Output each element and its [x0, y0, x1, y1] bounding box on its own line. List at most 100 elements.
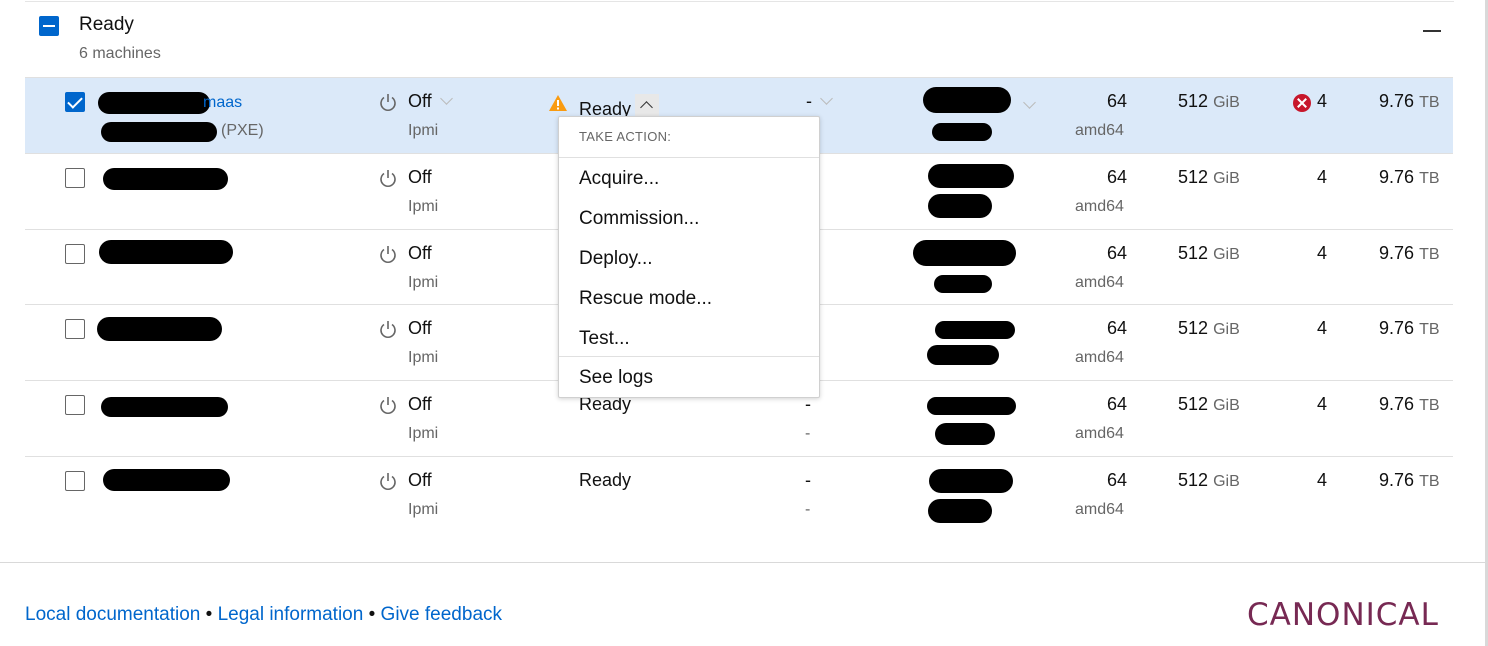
power-icon [380, 397, 396, 414]
boot-interface-label: (PXE) [221, 122, 264, 139]
power-type: Ipmi [408, 349, 439, 366]
redacted-pool [927, 397, 1016, 415]
ram-unit: GiB [1213, 473, 1240, 490]
redacted-pool [935, 321, 1015, 339]
redacted-hostname [97, 317, 222, 341]
chevron-down-icon [439, 92, 453, 105]
architecture: amd64 [1075, 274, 1124, 291]
row-checkbox[interactable] [65, 395, 85, 415]
zone-label: - [806, 91, 812, 111]
power-type: Ipmi [408, 425, 439, 442]
zone-sub-label: - [805, 425, 811, 442]
power-icon [380, 246, 396, 263]
storage: 9.76 TB [1379, 470, 1440, 491]
power-icon [380, 170, 396, 187]
group-machine-count: 6 machines [79, 45, 161, 62]
ram: 512 GiB [1178, 318, 1240, 339]
footer-divider [0, 562, 1485, 563]
legal-information-link[interactable]: Legal information [218, 604, 364, 625]
ram-value: 512 [1178, 91, 1209, 111]
machine-name-suffix[interactable]: maas [203, 94, 242, 112]
footer-links: Local documentation • Legal information … [25, 604, 502, 626]
power-state[interactable]: Off [408, 167, 432, 188]
row-checkbox[interactable] [65, 92, 85, 112]
power-state[interactable]: Off [408, 243, 432, 264]
cpu-cores: 64 [1107, 243, 1128, 263]
redacted-pool [928, 164, 1014, 188]
row-checkbox[interactable] [65, 319, 85, 339]
local-documentation-link[interactable]: Local documentation [25, 604, 200, 625]
power-state[interactable]: Off [408, 91, 453, 112]
give-feedback-link[interactable]: Give feedback [381, 604, 502, 625]
ram-unit: GiB [1213, 397, 1240, 414]
redacted-pool [923, 87, 1011, 113]
menu-item-acquire[interactable]: Acquire... [579, 168, 659, 190]
chevron-down-icon [1023, 96, 1036, 109]
redacted-pool-sub [928, 499, 992, 523]
ram: 512 GiB [1178, 470, 1240, 491]
top-divider [25, 1, 1454, 2]
storage-value: 9.76 [1379, 91, 1415, 111]
ram-value: 512 [1178, 318, 1209, 338]
redacted-pool-sub [934, 275, 992, 293]
menu-item-see-logs[interactable]: See logs [579, 367, 653, 389]
ram-unit: GiB [1213, 170, 1240, 187]
status-label[interactable]: Ready [579, 470, 631, 491]
power-state[interactable]: Off [408, 470, 432, 491]
redacted-ip [101, 122, 217, 142]
ram-unit: GiB [1213, 94, 1240, 111]
power-state[interactable]: Off [408, 318, 432, 339]
architecture: amd64 [1075, 198, 1124, 215]
storage-value: 9.76 [1379, 243, 1415, 263]
machine-row[interactable]: Off Ipmi Ready - - 64 amd64 512 GiB 4 9.… [25, 456, 1453, 532]
ram-unit: GiB [1213, 321, 1240, 338]
footer-separator: • [205, 604, 213, 625]
ram-value: 512 [1178, 470, 1209, 490]
storage-unit: TB [1419, 321, 1440, 338]
warning-icon [549, 95, 567, 111]
power-type: Ipmi [408, 501, 439, 518]
footer-separator: • [368, 604, 376, 625]
architecture: amd64 [1075, 501, 1124, 518]
storage: 9.76 TB [1379, 243, 1440, 264]
row-checkbox[interactable] [65, 244, 85, 264]
architecture: amd64 [1075, 122, 1124, 139]
storage: 9.76 TB [1379, 318, 1440, 339]
ram-value: 512 [1178, 394, 1209, 414]
chevron-up-icon[interactable] [635, 94, 660, 118]
power-state[interactable]: Off [408, 394, 432, 415]
menu-item-test[interactable]: Test... [579, 328, 630, 350]
zone[interactable]: - [806, 91, 833, 112]
menu-item-deploy[interactable]: Deploy... [579, 248, 653, 270]
row-checkbox[interactable] [65, 471, 85, 491]
row-checkbox[interactable] [65, 168, 85, 188]
power-icon [380, 321, 396, 338]
redacted-hostname [103, 469, 230, 491]
ram: 512 GiB [1178, 243, 1240, 264]
ram: 512 GiB [1178, 91, 1240, 112]
storage: 9.76 TB [1379, 394, 1440, 415]
storage-unit: TB [1419, 94, 1440, 111]
storage-unit: TB [1419, 473, 1440, 490]
disk-count: 4 [1317, 243, 1328, 263]
storage-value: 9.76 [1379, 470, 1415, 490]
zone-label[interactable]: - [805, 470, 811, 491]
power-type: Ipmi [408, 122, 439, 139]
power-icon [380, 94, 396, 111]
menu-item-rescue-mode[interactable]: Rescue mode... [579, 288, 712, 310]
group-title: Ready [79, 14, 134, 35]
error-icon [1293, 94, 1311, 112]
disk-count: 4 [1317, 167, 1328, 187]
redacted-pool-sub [927, 345, 999, 365]
redacted-pool-sub [935, 423, 995, 445]
group-select-checkbox[interactable] [39, 16, 59, 36]
redacted-pool [929, 469, 1013, 493]
cpu-cores: 64 [1107, 91, 1128, 111]
zone-sub-label: - [805, 501, 811, 518]
menu-item-commission[interactable]: Commission... [579, 208, 699, 230]
storage-value: 9.76 [1379, 318, 1415, 338]
group-collapse-button[interactable] [1423, 30, 1441, 32]
storage-value: 9.76 [1379, 167, 1415, 187]
storage: 9.76 TB [1379, 167, 1440, 188]
ram-value: 512 [1178, 243, 1209, 263]
